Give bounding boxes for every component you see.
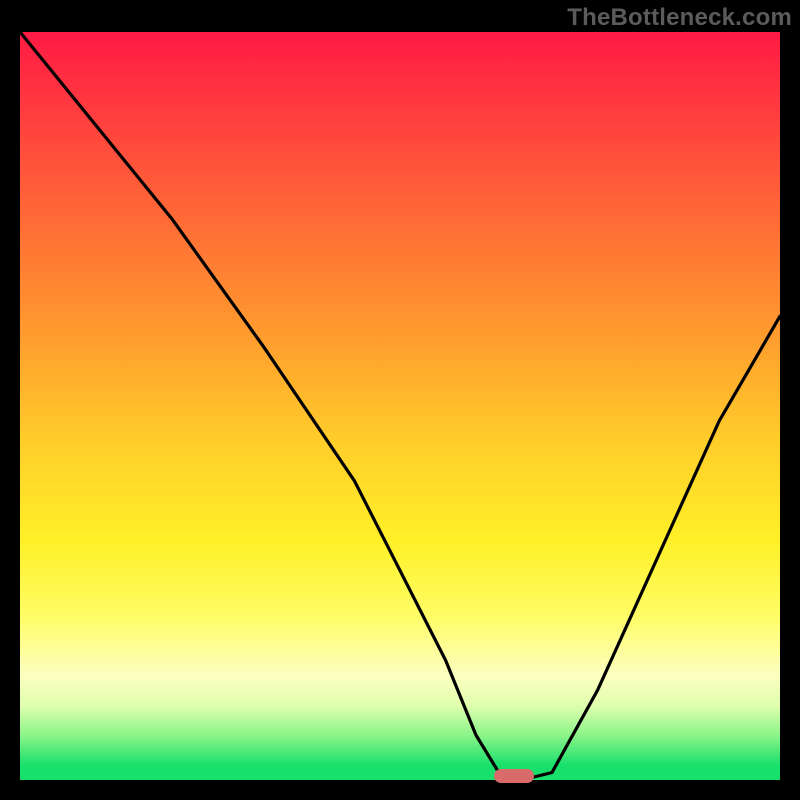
- optimal-marker: [494, 769, 534, 783]
- watermark-text: TheBottleneck.com: [567, 4, 792, 32]
- background-gradient: [20, 32, 780, 780]
- plot-area: [20, 32, 780, 780]
- chart-frame: TheBottleneck.com: [0, 0, 800, 800]
